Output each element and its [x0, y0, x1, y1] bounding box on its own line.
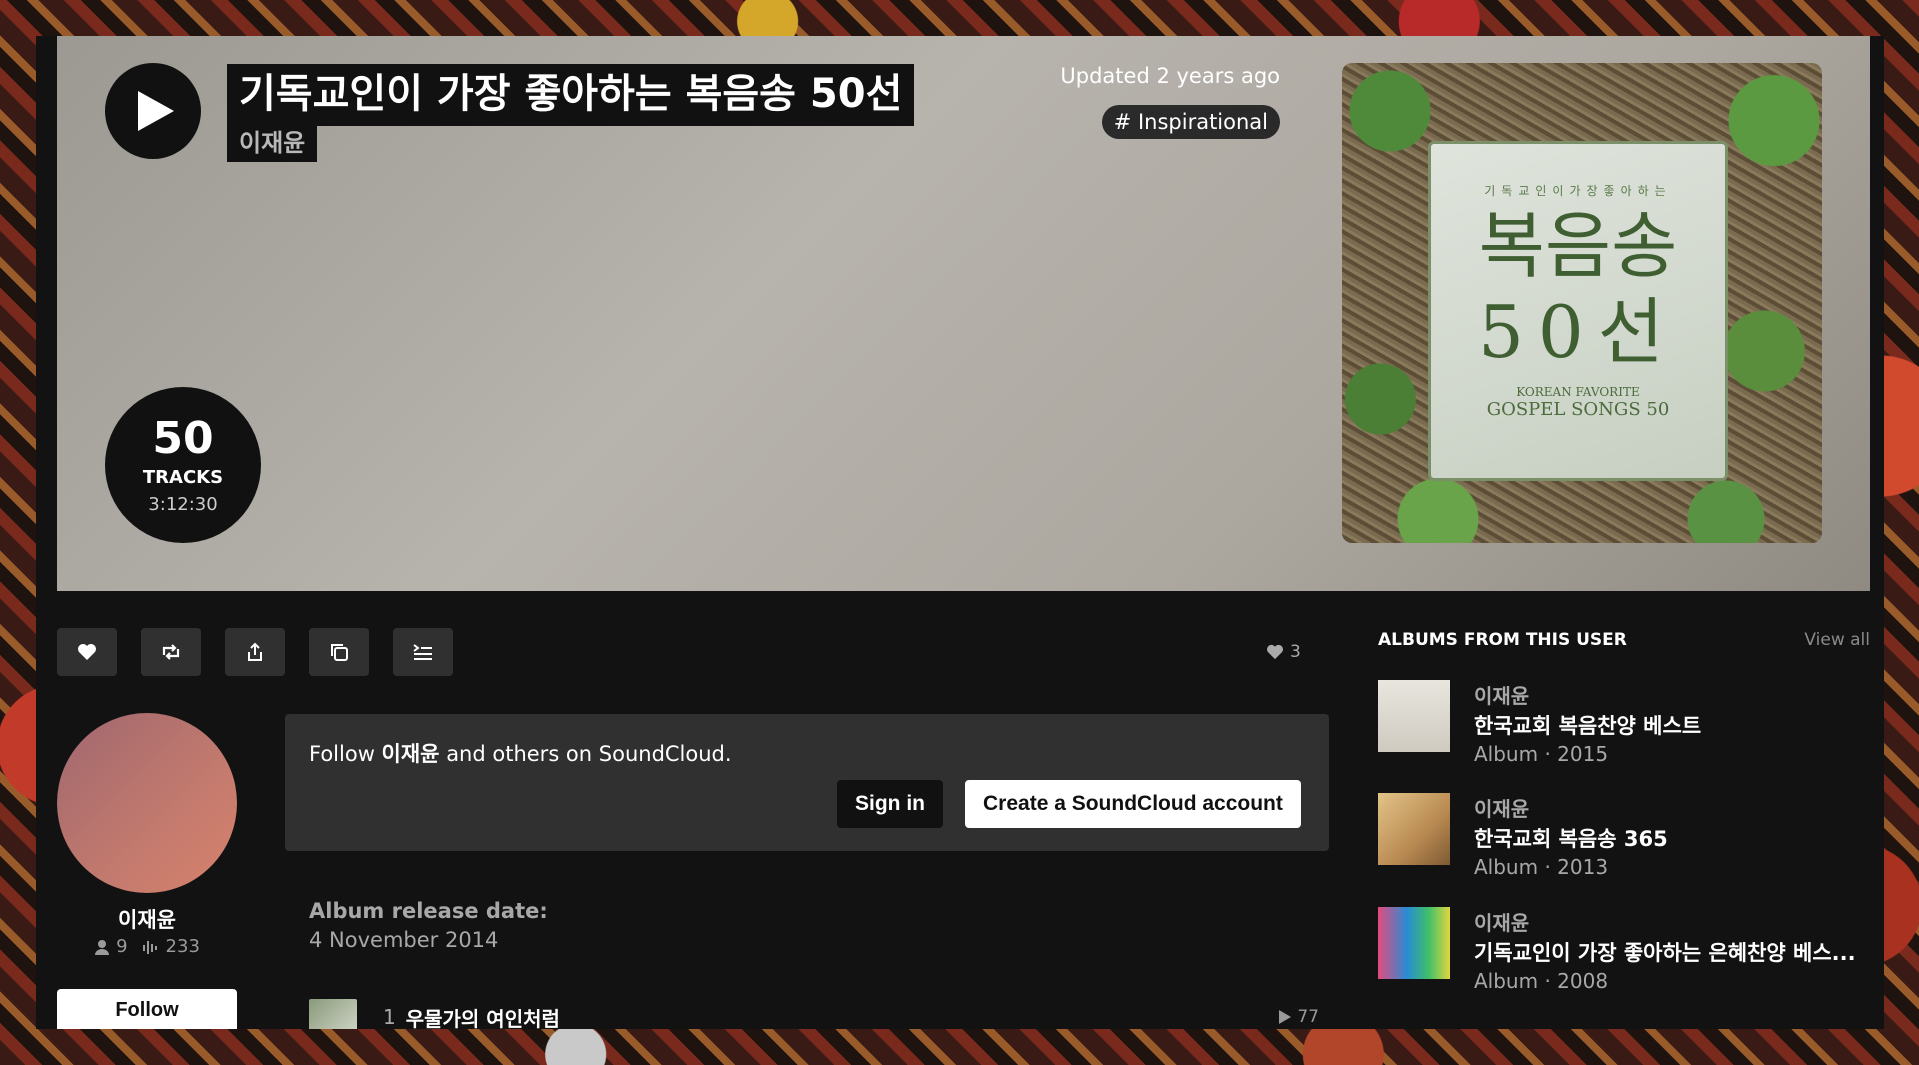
album-user[interactable]: 이재윤	[1474, 907, 1529, 936]
add-to-queue-icon	[413, 644, 432, 660]
tracks-label: TRACKS	[142, 467, 224, 488]
track-title[interactable]: 우물가의 여인처럼	[406, 1003, 560, 1030]
sign-in-button[interactable]: Sign in	[837, 780, 943, 828]
heart-icon	[78, 644, 96, 660]
share-button[interactable]	[225, 628, 285, 676]
followers-stat[interactable]: 9	[94, 936, 128, 957]
cover-panel: 기독교인이가장좋아하는 복음송 50선 KOREAN FAVORITE GOSP…	[1428, 141, 1728, 481]
tracks-count: 50	[152, 413, 214, 464]
followers-count: 9	[116, 936, 128, 957]
album-item[interactable]: 이재윤 한국교회 복음송 365 Album · 2013	[1378, 793, 1858, 883]
album-meta: Album · 2008	[1474, 969, 1609, 993]
track-number: 1	[383, 1005, 396, 1029]
follow-text-prefix: Follow	[309, 742, 382, 766]
play-icon	[138, 91, 174, 131]
repost-button[interactable]	[141, 628, 201, 676]
cover-en-line1: KOREAN FAVORITE	[1516, 385, 1640, 399]
follow-text-name: 이재윤	[381, 742, 440, 766]
artist-link[interactable]: 이재윤	[227, 126, 318, 162]
album-cover[interactable]	[1378, 680, 1450, 752]
playlist-hero: 기독교인이 가장 좋아하는 복음송 50선 이재윤 Updated 2 year…	[57, 36, 1870, 591]
action-bar	[57, 628, 453, 676]
album-item[interactable]: 이재윤 한국교회 복음찬양 베스트 Album · 2015	[1378, 680, 1858, 770]
cover-en-line2: GOSPEL SONGS 50	[1486, 399, 1670, 420]
view-all-link[interactable]: View all	[1804, 630, 1870, 650]
track-thumbnail	[309, 999, 357, 1029]
release-date: 4 November 2014	[309, 928, 499, 952]
cover-big-text: 복음송	[1478, 204, 1678, 288]
follow-prompt-text: Follow 이재윤 and others on SoundCloud.	[309, 738, 732, 768]
tracks-badge: 50 TRACKS 3:12:30	[105, 387, 261, 543]
album-title[interactable]: 기독교인이 가장 좋아하는 은혜찬양 베스...	[1474, 937, 1856, 967]
album-meta: Album · 2015	[1474, 742, 1609, 766]
play-button[interactable]	[105, 63, 201, 159]
track-plays-count: 77	[1297, 1007, 1319, 1027]
playlist-title: 기독교인이 가장 좋아하는 복음송 50선	[227, 64, 915, 126]
follow-prompt: Follow 이재윤 and others on SoundCloud. Sig…	[285, 714, 1329, 851]
album-user[interactable]: 이재윤	[1474, 680, 1529, 709]
title-block: 기독교인이 가장 좋아하는 복음송 50선 이재윤	[227, 64, 915, 162]
user-stats: 9 233	[57, 936, 237, 957]
heart-icon	[1267, 644, 1283, 660]
repost-icon	[162, 644, 180, 660]
tracks-duration: 3:12:30	[148, 494, 218, 515]
updated-text: Updated 2 years ago	[1060, 64, 1280, 88]
release-label: Album release date:	[309, 899, 548, 923]
user-name[interactable]: 이재윤	[57, 904, 237, 934]
tracks-count-stat: 233	[165, 936, 200, 957]
likes-count: 3	[1290, 642, 1301, 662]
like-button[interactable]	[57, 628, 117, 676]
cover-small-text: 기독교인이가장좋아하는	[1484, 184, 1672, 198]
track-plays: 77	[1279, 1007, 1319, 1027]
album-title[interactable]: 한국교회 복음송 365	[1474, 823, 1668, 853]
create-account-button[interactable]: Create a SoundCloud account	[965, 780, 1301, 828]
copy-icon	[331, 644, 348, 661]
copy-link-button[interactable]	[309, 628, 369, 676]
user-icon	[95, 939, 110, 955]
user-avatar[interactable]	[57, 713, 237, 893]
album-cover[interactable]	[1378, 793, 1450, 865]
cover-num-text: 50선	[1478, 290, 1678, 374]
album-cover[interactable]	[1378, 907, 1450, 979]
play-count-icon	[1279, 1010, 1292, 1024]
add-to-queue-button[interactable]	[393, 628, 453, 676]
share-icon	[248, 642, 262, 661]
likes-stat[interactable]: 3	[1266, 642, 1301, 662]
genre-tag[interactable]: # Inspirational	[1101, 105, 1280, 139]
album-item[interactable]: 이재윤 기독교인이 가장 좋아하는 은혜찬양 베스... Album · 200…	[1378, 907, 1858, 997]
track-row[interactable]: 1 우물가의 여인처럼 77	[309, 999, 1319, 1029]
page-frame: 기독교인이 가장 좋아하는 복음송 50선 이재윤 Updated 2 year…	[36, 36, 1884, 1029]
albums-heading: ALBUMS FROM THIS USER	[1378, 630, 1627, 650]
album-meta: Album · 2013	[1474, 855, 1609, 879]
album-title[interactable]: 한국교회 복음찬양 베스트	[1474, 710, 1701, 740]
waveform-icon	[142, 940, 157, 954]
follow-button[interactable]: Follow	[57, 989, 237, 1029]
tracks-stat[interactable]: 233	[142, 936, 200, 957]
follow-text-suffix: and others on SoundCloud.	[439, 742, 732, 766]
album-user[interactable]: 이재윤	[1474, 793, 1529, 822]
album-cover-art[interactable]: 기독교인이가장좋아하는 복음송 50선 KOREAN FAVORITE GOSP…	[1342, 63, 1822, 543]
